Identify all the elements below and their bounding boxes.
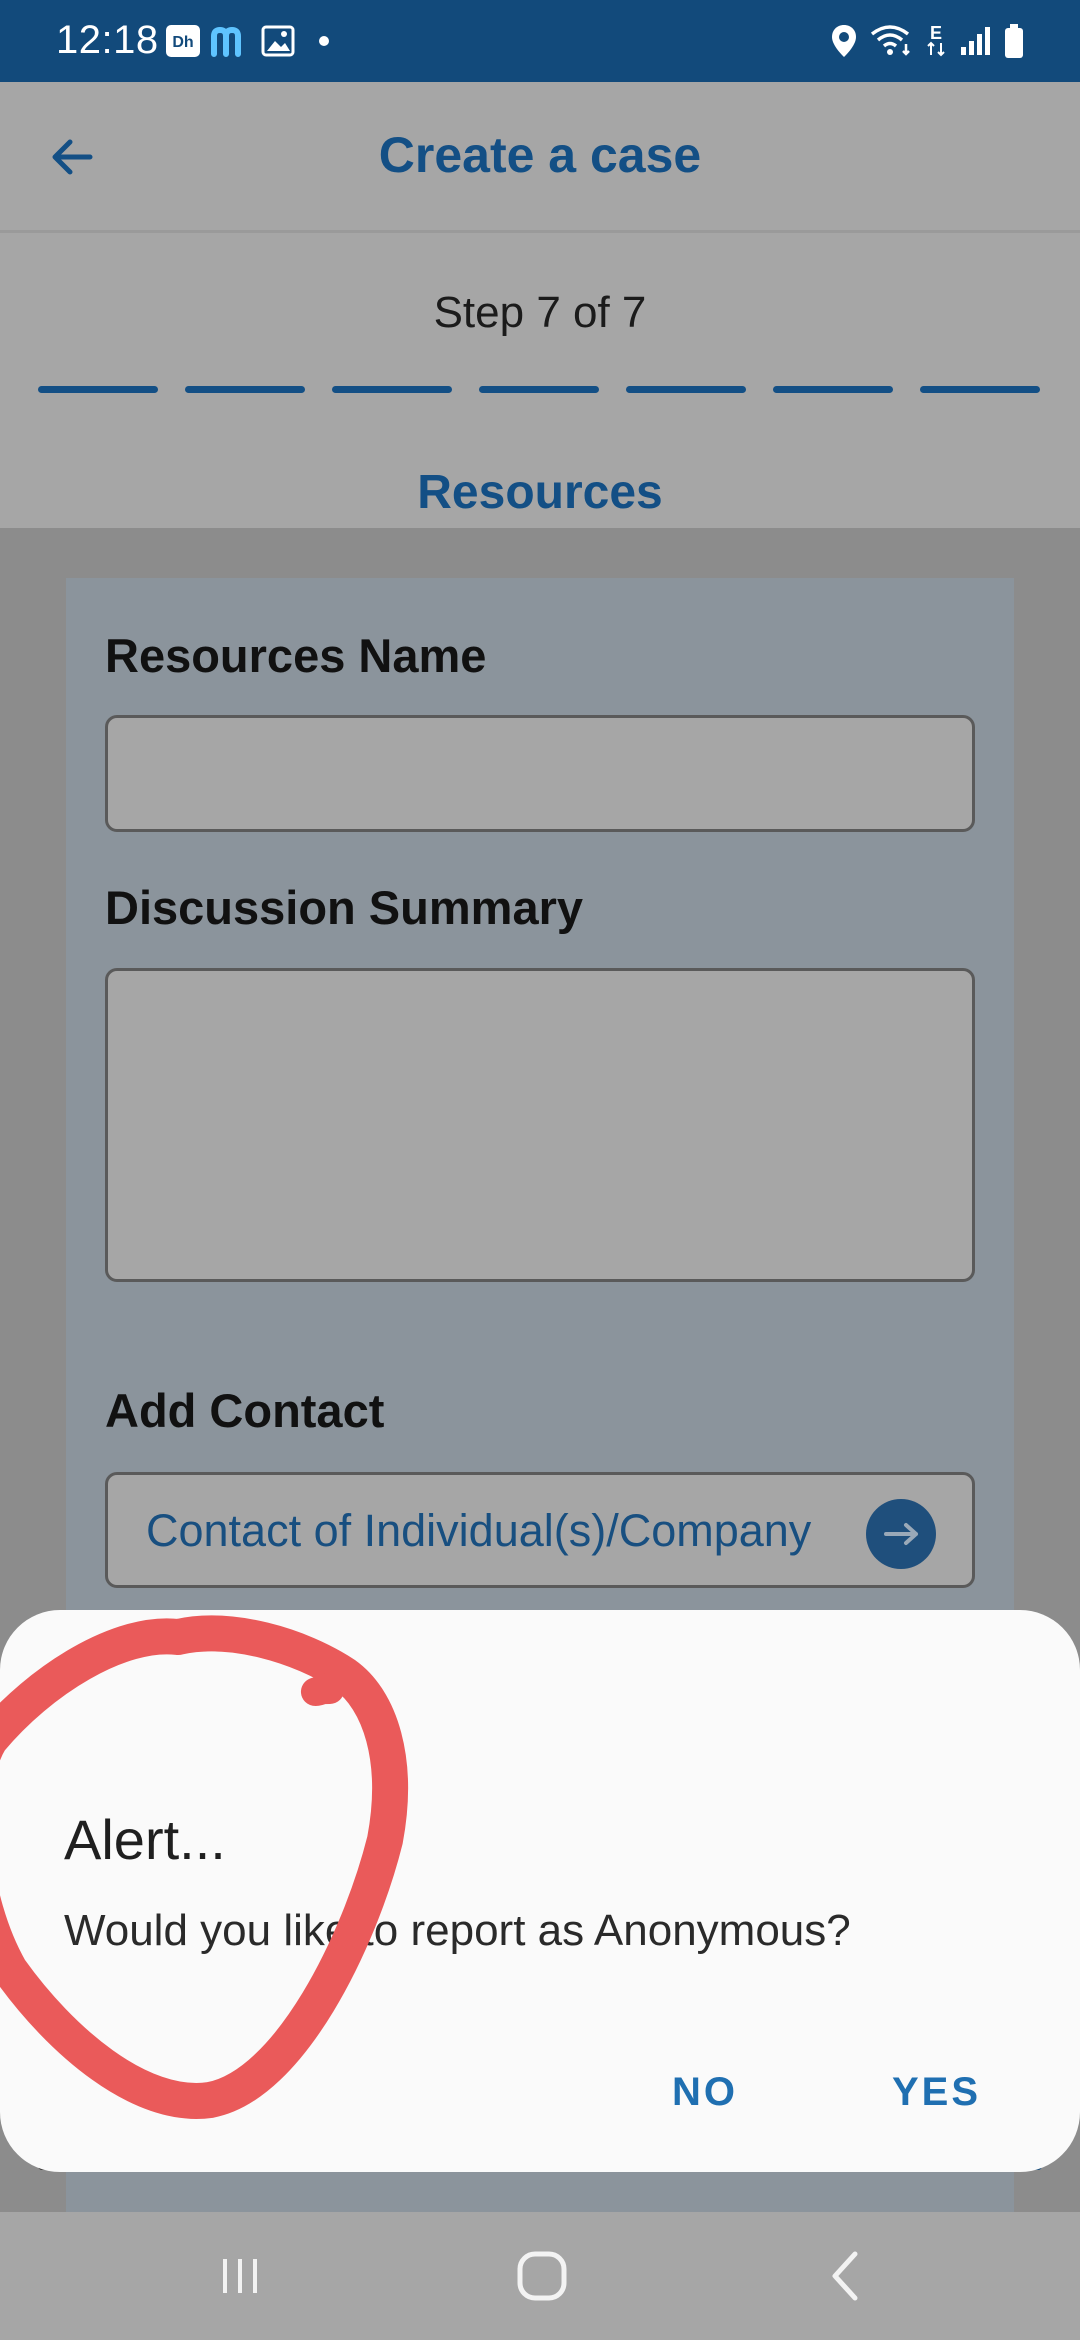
m-app-icon [210,24,250,58]
disney-plus-hotstar-icon: Dh [164,24,202,58]
signal-icon [958,24,994,58]
recent-apps-button[interactable] [200,2240,280,2312]
step-bar-4 [479,386,599,393]
alert-dialog: Alert... Would you like to report as Ano… [0,1610,1080,2172]
resources-name-label: Resources Name [105,629,487,682]
discussion-summary-textarea[interactable] [105,968,975,1282]
yes-button[interactable]: YES [892,2070,981,2115]
step-bar-1 [38,386,158,393]
contact-button-label: Contact of Individual(s)/Company [146,1505,812,1556]
location-icon [830,24,858,58]
step-bar-5 [626,386,746,393]
step-bar-2 [185,386,305,393]
app-bar: Create a case [0,82,1080,232]
arrow-right-circle-icon [866,1499,936,1569]
page-title: Create a case [378,127,702,183]
home-icon [517,2251,567,2301]
back-chevron-icon [832,2251,858,2301]
step-bar-6 [773,386,893,393]
battery-icon [1002,24,1026,58]
network-type-label: E [929,23,942,43]
gallery-icon [260,24,296,58]
step-bar-3 [332,386,452,393]
recent-apps-icon [223,2259,257,2293]
back-nav-button[interactable] [806,2240,886,2312]
resources-name-input[interactable] [105,715,975,832]
contact-button[interactable]: Contact of Individual(s)/Company [105,1472,975,1588]
step-indicator-text: Step 7 of 7 [433,288,647,337]
status-time: 12:18 [56,18,159,62]
add-contact-label: Add Contact [105,1384,385,1437]
wifi-icon [870,24,914,58]
section-title: Resources [417,466,663,519]
home-button[interactable] [502,2240,582,2312]
edge-network-icon: E [924,24,948,58]
stepper: Step 7 of 7 Resources [0,233,1080,528]
no-button[interactable]: NO [672,2070,738,2115]
system-nav-bar [0,2212,1080,2340]
step-bar-7 [920,386,1040,393]
discussion-summary-label: Discussion Summary [105,881,584,934]
svg-text:Dh: Dh [172,34,193,51]
dot-icon [314,24,334,58]
dialog-message: Would you like to report as Anonymous? [64,1906,851,1955]
status-bar: 12:18 Dh E [0,0,1080,82]
dialog-title: Alert... [64,1808,226,1871]
